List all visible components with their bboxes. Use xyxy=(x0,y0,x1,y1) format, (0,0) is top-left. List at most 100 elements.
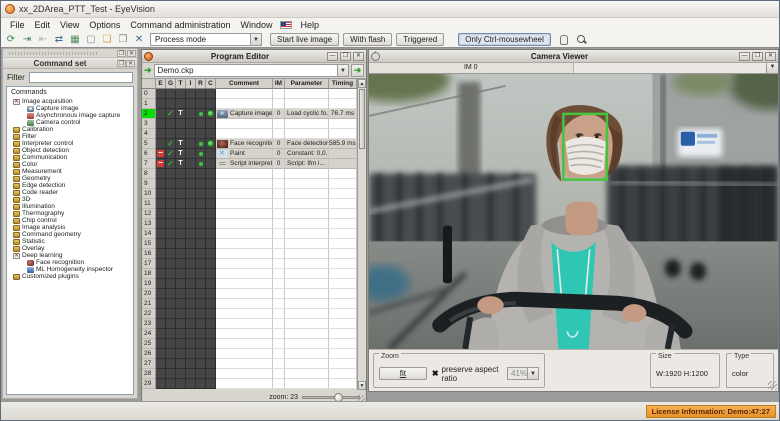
flag-cell-g[interactable] xyxy=(166,309,176,319)
im-cell[interactable] xyxy=(273,319,285,329)
row-number[interactable]: 9 xyxy=(142,179,156,189)
scroll-up-icon[interactable]: ▲ xyxy=(358,79,366,88)
flag-cell-t[interactable] xyxy=(176,129,186,139)
row-number[interactable]: 10 xyxy=(142,189,156,199)
im-cell[interactable] xyxy=(273,179,285,189)
flag-cell-r[interactable] xyxy=(196,199,206,209)
comment-cell[interactable] xyxy=(216,229,273,239)
camera-viewer-titlebar[interactable]: Camera Viewer — ❐ ✕ xyxy=(369,50,778,63)
flag-cell-i[interactable] xyxy=(186,299,196,309)
flag-cell-t[interactable] xyxy=(176,229,186,239)
tree-item-object-detection[interactable]: Object detection xyxy=(7,147,133,154)
comment-cell[interactable]: Face recognition xyxy=(216,139,273,149)
row-number[interactable]: 5 xyxy=(142,139,156,149)
flag-cell-i[interactable] xyxy=(186,219,196,229)
parameter-cell[interactable] xyxy=(285,199,329,209)
zoom-magnifier-icon[interactable] xyxy=(575,33,588,46)
flag-cell-e[interactable] xyxy=(156,269,166,279)
flag-cell-r[interactable] xyxy=(196,189,206,199)
flag-cell-g[interactable] xyxy=(166,379,176,389)
flag-cell-i[interactable] xyxy=(186,279,196,289)
flag-cell-i[interactable] xyxy=(186,309,196,319)
row-number[interactable]: 17 xyxy=(142,259,156,269)
run-program-button[interactable]: ➜ xyxy=(351,64,364,77)
triggered-button[interactable]: Triggered xyxy=(396,33,444,46)
im-cell[interactable] xyxy=(273,239,285,249)
row-number[interactable]: 26 xyxy=(142,349,156,359)
chevron-down-icon[interactable]: ▼ xyxy=(527,368,538,379)
table-row[interactable]: 27 xyxy=(142,359,357,369)
flag-cell-e[interactable] xyxy=(156,139,166,149)
tree-item-overlay[interactable]: Overlay xyxy=(7,245,133,252)
flag-cell-c[interactable] xyxy=(206,279,216,289)
table-row[interactable]: 25 xyxy=(142,339,357,349)
flag-cell-i[interactable] xyxy=(186,199,196,209)
flag-cell-i[interactable] xyxy=(186,139,196,149)
minimize-icon[interactable]: — xyxy=(327,52,338,61)
flag-cell-i[interactable] xyxy=(186,249,196,259)
flag-cell-e[interactable] xyxy=(156,369,166,379)
flag-cell-c[interactable] xyxy=(206,239,216,249)
table-row[interactable]: 2✓TCapture image0Load cyclic fo...76.7 m… xyxy=(142,109,357,119)
tree-item-capture-image[interactable]: Capture image xyxy=(7,105,133,112)
im-cell[interactable] xyxy=(273,289,285,299)
tab-im0[interactable]: IM 0 xyxy=(369,63,574,73)
parameter-cell[interactable] xyxy=(285,249,329,259)
comment-cell[interactable] xyxy=(216,99,273,109)
tree-root-commands[interactable]: Commands xyxy=(7,88,133,98)
table-row[interactable]: 15 xyxy=(142,239,357,249)
flag-cell-e[interactable] xyxy=(156,179,166,189)
row-number[interactable]: 11 xyxy=(142,199,156,209)
flag-cell-c[interactable] xyxy=(206,229,216,239)
menu-help[interactable]: Help xyxy=(295,20,324,30)
im-cell[interactable] xyxy=(273,299,285,309)
row-number[interactable]: 28 xyxy=(142,369,156,379)
flag-cell-r[interactable] xyxy=(196,99,206,109)
comment-cell[interactable] xyxy=(216,369,273,379)
fit-button[interactable]: fit xyxy=(379,367,427,380)
row-number[interactable]: 0 xyxy=(142,89,156,99)
menu-window[interactable]: Window xyxy=(235,20,277,30)
im-cell[interactable] xyxy=(273,259,285,269)
flag-cell-r[interactable] xyxy=(196,379,206,389)
flag-cell-g[interactable] xyxy=(166,269,176,279)
flag-cell-g[interactable] xyxy=(166,229,176,239)
flag-cell-e[interactable] xyxy=(156,319,166,329)
im-cell[interactable] xyxy=(273,129,285,139)
flag-cell-e[interactable] xyxy=(156,359,166,369)
parameter-cell[interactable] xyxy=(285,259,329,269)
tree-item-color[interactable]: Color xyxy=(7,161,133,168)
flag-cell-g[interactable] xyxy=(166,359,176,369)
flag-cell-t[interactable] xyxy=(176,199,186,209)
flag-cell-g[interactable] xyxy=(166,89,176,99)
chevron-down-icon[interactable]: ▼ xyxy=(250,34,261,45)
table-row[interactable]: 19 xyxy=(142,279,357,289)
flag-cell-r[interactable] xyxy=(196,159,206,169)
filter-input[interactable] xyxy=(29,72,133,83)
copy-icon[interactable]: ❏ xyxy=(100,33,114,46)
program-file-select[interactable]: Demo.ckp ▼ xyxy=(154,64,349,77)
im-cell[interactable] xyxy=(273,89,285,99)
parameter-cell[interactable] xyxy=(285,269,329,279)
flag-cell-r[interactable] xyxy=(196,259,206,269)
flag-cell-c[interactable] xyxy=(206,359,216,369)
flag-cell-r[interactable] xyxy=(196,89,206,99)
im-cell[interactable] xyxy=(273,339,285,349)
paste-icon[interactable]: ❐ xyxy=(116,33,130,46)
table-zoom-slider[interactable] xyxy=(302,396,360,399)
flag-cell-g[interactable] xyxy=(166,119,176,129)
table-row[interactable]: 0 xyxy=(142,89,357,99)
comment-cell[interactable]: Capture image xyxy=(216,109,273,119)
flag-cell-c[interactable] xyxy=(206,119,216,129)
flag-cell-i[interactable] xyxy=(186,119,196,129)
table-row[interactable]: 3 xyxy=(142,119,357,129)
flag-cell-i[interactable] xyxy=(186,349,196,359)
table-row[interactable]: 12 xyxy=(142,209,357,219)
comment-cell[interactable] xyxy=(216,239,273,249)
flag-cell-t[interactable]: T xyxy=(176,159,186,169)
float-panel-icon[interactable]: ❐ xyxy=(117,50,126,57)
flag-cell-e[interactable] xyxy=(156,229,166,239)
im-cell[interactable] xyxy=(273,229,285,239)
flag-cell-g[interactable] xyxy=(166,329,176,339)
comment-cell[interactable] xyxy=(216,359,273,369)
